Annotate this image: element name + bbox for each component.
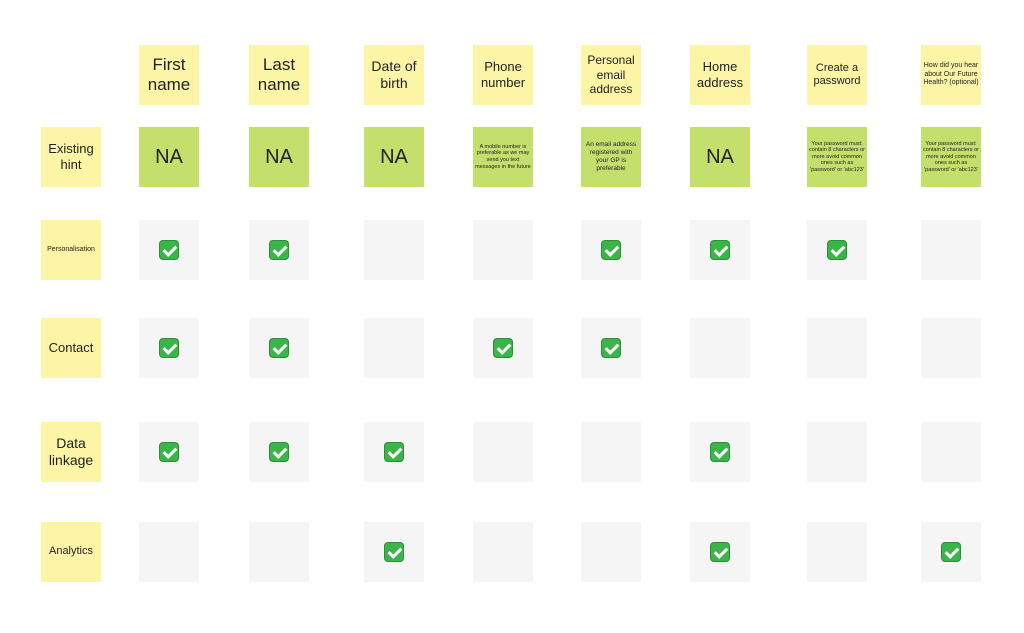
check-mark-button-icon <box>159 442 179 462</box>
check-mark-button-icon <box>827 240 847 260</box>
matrix-cell-note[interactable] <box>139 522 199 582</box>
check-mark-button-icon <box>269 240 289 260</box>
column-header-note-text: Create a password <box>813 61 861 87</box>
check-mark-button-icon <box>710 240 730 260</box>
check-mark-button-icon <box>493 338 513 358</box>
matrix-cell-note[interactable] <box>139 422 199 482</box>
existing-hint-note[interactable]: An email address registered with your GP… <box>581 127 641 187</box>
existing-hint-note-text: NA <box>265 146 293 168</box>
existing-hint-note-text: An email address registered with your GP… <box>585 141 637 172</box>
matrix-cell-note[interactable] <box>473 220 533 280</box>
matrix-cell-note[interactable] <box>249 522 309 582</box>
matrix-cell-note[interactable] <box>249 422 309 482</box>
matrix-cell-note[interactable] <box>921 422 981 482</box>
row-label-note[interactable]: Data linkage <box>41 422 101 482</box>
check-mark-button-icon <box>941 542 961 562</box>
check-mark-button-icon <box>601 240 621 260</box>
check-mark-button-icon <box>269 442 289 462</box>
matrix-cell-note[interactable] <box>249 318 309 378</box>
matrix-cell-note[interactable] <box>581 318 641 378</box>
column-header-note-text: First name <box>147 54 191 94</box>
row-label-note-text: Existing hint <box>48 141 94 172</box>
matrix-cell-note[interactable] <box>921 522 981 582</box>
matrix-cell-note[interactable] <box>249 220 309 280</box>
existing-hint-note-text: NA <box>380 146 408 168</box>
matrix-cell-note[interactable] <box>807 318 867 378</box>
matrix-cell-note[interactable] <box>581 220 641 280</box>
matrix-cell-note[interactable] <box>364 522 424 582</box>
column-header-note-text: How did you hear about Our Future Health… <box>923 62 979 87</box>
existing-hint-note-text: Your password must: contain 8 characters… <box>923 140 979 173</box>
matrix-cell-note[interactable] <box>807 422 867 482</box>
row-label-note-text: Contact <box>48 340 94 356</box>
existing-hint-note-text: Your password must: contain 8 characters… <box>809 140 865 173</box>
existing-hint-note[interactable]: Your password must: contain 8 characters… <box>921 127 981 187</box>
matrix-cell-note[interactable] <box>581 422 641 482</box>
existing-hint-note-text: NA <box>706 146 734 168</box>
matrix-cell-note[interactable] <box>690 522 750 582</box>
check-mark-button-icon <box>710 542 730 562</box>
column-header-note[interactable]: Personal email address <box>581 45 641 105</box>
column-header-note-text: Last name <box>257 54 301 94</box>
matrix-cell-note[interactable] <box>139 318 199 378</box>
row-label-note[interactable]: Analytics <box>41 522 101 582</box>
column-header-note[interactable]: Date of birth <box>364 45 424 105</box>
matrix-cell-note[interactable] <box>364 220 424 280</box>
existing-hint-note-text: NA <box>155 146 183 168</box>
column-header-note-text: Personal email address <box>587 53 635 97</box>
row-label-note[interactable]: Existing hint <box>41 127 101 187</box>
column-header-note-text: Home address <box>696 59 744 90</box>
matrix-cell-note[interactable] <box>807 522 867 582</box>
matrix-cell-note[interactable] <box>139 220 199 280</box>
column-header-note-text: Date of birth <box>371 58 417 91</box>
check-mark-button-icon <box>269 338 289 358</box>
column-header-note[interactable]: Create a password <box>807 45 867 105</box>
matrix-cell-note[interactable] <box>921 318 981 378</box>
row-label-note-text: Analytics <box>48 545 94 558</box>
matrix-cell-note[interactable] <box>690 422 750 482</box>
matrix-cell-note[interactable] <box>364 422 424 482</box>
row-label-note[interactable]: Personalisation <box>41 220 101 280</box>
existing-hint-note[interactable]: NA <box>690 127 750 187</box>
column-header-note-text: Phone number <box>480 59 526 90</box>
check-mark-button-icon <box>710 442 730 462</box>
existing-hint-note[interactable]: NA <box>139 127 199 187</box>
matrix-cell-note[interactable] <box>921 220 981 280</box>
row-label-note-text: Data linkage <box>48 435 94 468</box>
row-label-note-text: Personalisation <box>47 245 95 253</box>
existing-hint-note[interactable]: NA <box>364 127 424 187</box>
column-header-note[interactable]: First name <box>139 45 199 105</box>
matrix-cell-note[interactable] <box>364 318 424 378</box>
row-label-note[interactable]: Contact <box>41 318 101 378</box>
check-mark-button-icon <box>159 240 179 260</box>
column-header-note[interactable]: Last name <box>249 45 309 105</box>
existing-hint-note[interactable]: A mobile number is preferable as we may … <box>473 127 533 187</box>
check-mark-button-icon <box>601 338 621 358</box>
check-mark-button-icon <box>384 442 404 462</box>
column-header-note[interactable]: Home address <box>690 45 750 105</box>
check-mark-button-icon <box>159 338 179 358</box>
matrix-cell-note[interactable] <box>473 422 533 482</box>
existing-hint-note[interactable]: NA <box>249 127 309 187</box>
column-header-note[interactable]: How did you hear about Our Future Health… <box>921 45 981 105</box>
check-mark-button-icon <box>384 542 404 562</box>
matrix-cell-note[interactable] <box>473 318 533 378</box>
matrix-cell-note[interactable] <box>690 220 750 280</box>
matrix-cell-note[interactable] <box>581 522 641 582</box>
existing-hint-note[interactable]: Your password must: contain 8 characters… <box>807 127 867 187</box>
matrix-cell-note[interactable] <box>690 318 750 378</box>
column-header-note[interactable]: Phone number <box>473 45 533 105</box>
existing-hint-note-text: A mobile number is preferable as we may … <box>475 143 531 170</box>
matrix-cell-note[interactable] <box>473 522 533 582</box>
matrix-cell-note[interactable] <box>807 220 867 280</box>
